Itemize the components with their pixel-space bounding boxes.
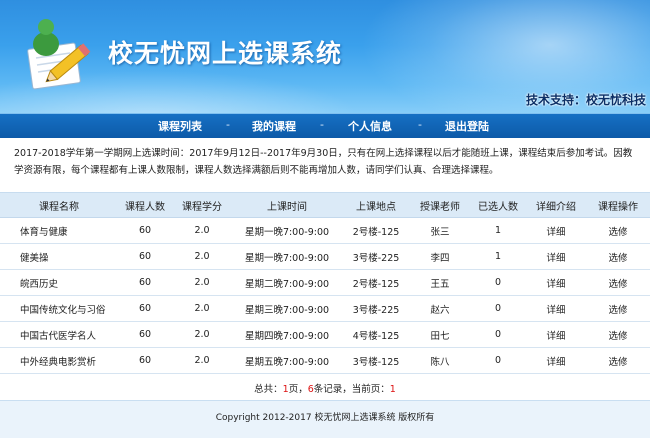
enrollment-notice: 2017-2018学年第一学期网上选课时间：2017年9月12日--2017年9…: [14, 148, 633, 176]
student-pencil-logo-icon: [27, 19, 91, 90]
course-credits: 2.0: [172, 269, 232, 296]
course-table-container: 课程名称 课程人数 课程学分 上课时间 上课地点 授课老师 已选人数 详细介绍 …: [0, 192, 650, 402]
col-course-name: 课程名称: [0, 193, 118, 218]
enroll-link[interactable]: 选修: [586, 243, 650, 270]
course-name: 健美操: [0, 243, 118, 270]
course-time: 星期三晚7:00-9:00: [232, 295, 342, 322]
details-link[interactable]: 详细: [526, 347, 586, 374]
course-credits: 2.0: [172, 347, 232, 374]
col-action: 课程操作: [586, 193, 650, 218]
table-row: 体育与健康 60 2.0 星期一晚7:00-9:00 2号楼-125 张三 1 …: [0, 217, 650, 244]
details-link[interactable]: 详细: [526, 243, 586, 270]
table-row: 健美操 60 2.0 星期一晚7:00-9:00 3号楼-225 李四 1 详细…: [0, 243, 650, 270]
course-capacity: 60: [118, 243, 172, 270]
main-nav: 课程列表 - 我的课程 - 个人信息 - 退出登陆: [0, 113, 650, 138]
col-capacity: 课程人数: [118, 193, 172, 218]
col-teacher: 授课老师: [410, 193, 470, 218]
pager-cell: 总共：1页，6条记录，当前页：1: [0, 374, 650, 403]
course-credits: 2.0: [172, 321, 232, 348]
nav-course-list[interactable]: 课程列表: [158, 118, 202, 134]
course-credits: 2.0: [172, 243, 232, 270]
table-row: 中国古代医学名人 60 2.0 星期四晚7:00-9:00 4号楼-125 田七…: [0, 321, 650, 348]
enroll-link[interactable]: 选修: [586, 269, 650, 296]
course-teacher: 田七: [410, 321, 470, 348]
nav-personal-info[interactable]: 个人信息: [348, 118, 392, 134]
course-enrolled: 1: [470, 243, 526, 270]
course-name: 中国古代医学名人: [0, 321, 118, 348]
pager-current-page: 1: [389, 384, 396, 395]
course-name: 中外经典电影赏析: [0, 347, 118, 374]
course-capacity: 60: [118, 347, 172, 374]
course-location: 2号楼-125: [342, 269, 410, 296]
course-location: 2号楼-125: [342, 217, 410, 244]
nav-my-courses[interactable]: 我的课程: [252, 118, 296, 134]
header-banner: 校无忧网上选课系统 技术支持：校无忧科技: [0, 0, 650, 113]
enroll-link[interactable]: 选修: [586, 347, 650, 374]
site-title: 校无忧网上选课系统: [108, 39, 343, 68]
course-name: 皖西历史: [0, 269, 118, 296]
course-time: 星期一晚7:00-9:00: [232, 217, 342, 244]
course-enrolled: 0: [470, 347, 526, 374]
course-capacity: 60: [118, 217, 172, 244]
pager-row: 总共：1页，6条记录，当前页：1: [0, 374, 650, 403]
enroll-link[interactable]: 选修: [586, 217, 650, 244]
col-details: 详细介绍: [526, 193, 586, 218]
course-teacher: 赵六: [410, 295, 470, 322]
table-row: 皖西历史 60 2.0 星期二晚7:00-9:00 2号楼-125 王五 0 详…: [0, 269, 650, 296]
footer-copyright: Copyright 2012-2017 校无忧网上选课系统 版权所有: [215, 413, 435, 423]
course-teacher: 张三: [410, 217, 470, 244]
table-row: 中国传统文化与习俗 60 2.0 星期三晚7:00-9:00 3号楼-225 赵…: [0, 295, 650, 322]
course-capacity: 60: [118, 321, 172, 348]
pager-records-unit: 条记录，当前页：: [313, 384, 390, 395]
course-teacher: 王五: [410, 269, 470, 296]
course-time: 星期四晚7:00-9:00: [232, 321, 342, 348]
course-location: 3号楼-125: [342, 347, 410, 374]
nav-separator: -: [418, 118, 422, 131]
support-text: 技术支持：校无忧科技: [525, 93, 646, 107]
course-enrolled: 0: [470, 295, 526, 322]
course-enrolled: 1: [470, 217, 526, 244]
col-location: 上课地点: [342, 193, 410, 218]
col-time: 上课时间: [232, 193, 342, 218]
course-name: 体育与健康: [0, 217, 118, 244]
course-name: 中国传统文化与习俗: [0, 295, 118, 322]
details-link[interactable]: 详细: [526, 321, 586, 348]
course-credits: 2.0: [172, 295, 232, 322]
course-enrolled: 0: [470, 269, 526, 296]
col-enrolled: 已选人数: [470, 193, 526, 218]
enroll-link[interactable]: 选修: [586, 295, 650, 322]
details-link[interactable]: 详细: [526, 269, 586, 296]
course-time: 星期五晚7:00-9:00: [232, 347, 342, 374]
course-enrolled: 0: [470, 321, 526, 348]
details-link[interactable]: 详细: [526, 295, 586, 322]
course-location: 3号楼-225: [342, 295, 410, 322]
details-link[interactable]: 详细: [526, 217, 586, 244]
course-time: 星期一晚7:00-9:00: [232, 243, 342, 270]
nav-separator: -: [226, 118, 230, 131]
course-time: 星期二晚7:00-9:00: [232, 269, 342, 296]
pager: 总共：1页，6条记录，当前页：1: [254, 384, 396, 395]
table-row: 中外经典电影赏析 60 2.0 星期五晚7:00-9:00 3号楼-125 陈八…: [0, 347, 650, 374]
course-location: 4号楼-125: [342, 321, 410, 348]
enroll-link[interactable]: 选修: [586, 321, 650, 348]
pager-pages-unit: 页，: [288, 384, 308, 395]
course-capacity: 60: [118, 295, 172, 322]
col-credits: 课程学分: [172, 193, 232, 218]
footer: Copyright 2012-2017 校无忧网上选课系统 版权所有: [0, 400, 650, 438]
nav-separator: -: [320, 118, 324, 131]
course-location: 3号楼-225: [342, 243, 410, 270]
course-credits: 2.0: [172, 217, 232, 244]
table-header-row: 课程名称 课程人数 课程学分 上课时间 上课地点 授课老师 已选人数 详细介绍 …: [0, 193, 650, 218]
pager-total-label: 总共：: [254, 384, 283, 395]
course-table: 课程名称 课程人数 课程学分 上课时间 上课地点 授课老师 已选人数 详细介绍 …: [0, 193, 650, 402]
nav-logout[interactable]: 退出登陆: [445, 118, 489, 134]
course-teacher: 陈八: [410, 347, 470, 374]
course-teacher: 李四: [410, 243, 470, 270]
course-capacity: 60: [118, 269, 172, 296]
